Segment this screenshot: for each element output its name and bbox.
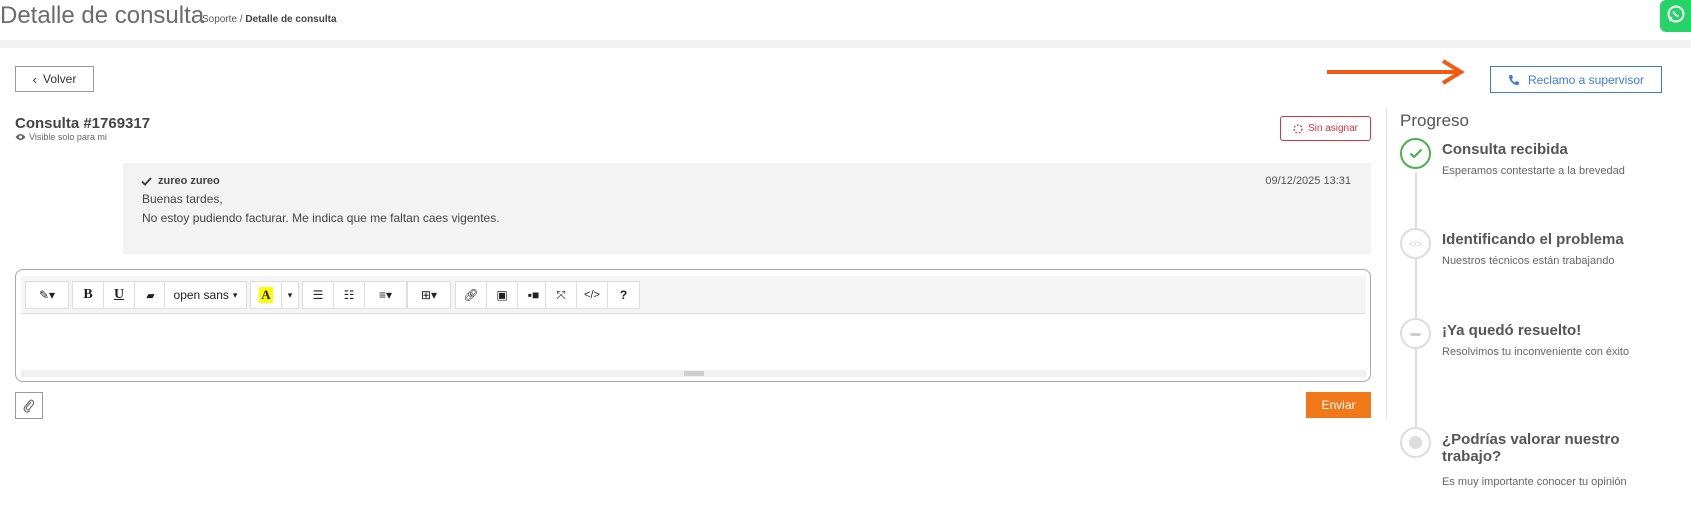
- supervisor-claim-button[interactable]: Reclamo a supervisor: [1490, 66, 1662, 93]
- insert-image-button[interactable]: ▣: [487, 282, 518, 308]
- spinner-icon: [1293, 123, 1303, 134]
- step-title: Identificando el problema: [1442, 231, 1624, 248]
- ordered-list-icon: ☷: [343, 288, 355, 302]
- font-family-value: open sans: [173, 288, 229, 302]
- visibility-label: Visible solo para mi: [29, 132, 107, 142]
- clear-format-button[interactable]: ▰: [135, 282, 166, 308]
- editor-text-area[interactable]: [21, 315, 1366, 370]
- table-button[interactable]: ⊞▾: [408, 282, 450, 308]
- visibility-note: Visible solo para mi: [15, 132, 107, 142]
- check-icon: [141, 176, 152, 186]
- step-title: ¡Ya quedó resuelto!: [1442, 322, 1582, 339]
- step-pending-icon: </>: [1400, 228, 1431, 259]
- page-title: Detalle de consulta: [0, 2, 205, 29]
- step-description: Es muy importante conocer tu opinión: [1442, 476, 1627, 488]
- step-pending-icon: [1400, 427, 1431, 458]
- message-author: zureo zureo: [141, 175, 220, 187]
- insert-link-button[interactable]: 🔗︎: [456, 282, 487, 308]
- bold-button[interactable]: B: [73, 282, 104, 308]
- message-text-line: No estoy pudiendo facturar. Me indica qu…: [142, 211, 500, 225]
- status-badge: Sin asignar: [1280, 116, 1371, 141]
- link-icon: 🔗︎: [463, 288, 479, 302]
- breadcrumb-current: Detalle de consulta: [245, 14, 337, 25]
- help-icon: ?: [619, 288, 628, 302]
- editor-toolbar: ✎▾ B U ▰ open sans▾ A ▾ ☰ ☷ ≡▾ ⊞▾ 🔗︎ ▣: [21, 276, 1366, 314]
- ticket-title: Consulta #1769317: [15, 115, 151, 132]
- text-color-icon: A: [259, 287, 273, 303]
- message-text-line: Buenas tardes,: [142, 192, 223, 206]
- panel-divider: [1386, 108, 1387, 418]
- video-icon: ▪■: [527, 288, 540, 302]
- status-badge-label: Sin asignar: [1307, 123, 1359, 134]
- align-left-icon: ≡▾: [378, 288, 393, 302]
- message-bubble: zureo zureo 09/12/2025 13:31 Buenas tard…: [123, 163, 1371, 254]
- editor-resize-bar[interactable]: [21, 370, 1366, 377]
- highlight-color-button[interactable]: A: [251, 282, 282, 308]
- message-date: 09/12/2025 13:31: [1265, 175, 1351, 187]
- resize-grip-icon[interactable]: [684, 371, 704, 376]
- whatsapp-icon: [1667, 5, 1685, 23]
- underline-button[interactable]: U: [104, 282, 135, 308]
- style-dropdown-button[interactable]: ✎▾: [26, 282, 68, 308]
- font-family-select[interactable]: open sans ▾: [165, 282, 246, 308]
- arrow-annotation-icon: [1327, 59, 1465, 85]
- bullet-list-button[interactable]: ☰: [303, 282, 334, 308]
- numbered-list-button[interactable]: ☷: [334, 282, 365, 308]
- phone-icon: [1508, 74, 1519, 85]
- message-author-name: zureo zureo: [158, 175, 220, 187]
- step-done-icon: [1400, 138, 1431, 169]
- back-button-label: Volver: [42, 72, 77, 86]
- expand-icon: ⤧: [556, 287, 566, 302]
- image-icon: ▣: [496, 288, 508, 302]
- help-button[interactable]: ?: [608, 282, 639, 308]
- attach-file-button[interactable]: [15, 392, 43, 419]
- caret-down-icon: ▾: [287, 289, 293, 300]
- breadcrumb: Soporte / Detalle de consulta: [202, 14, 337, 25]
- step-description: Resolvimos tu inconveniente con éxito: [1442, 346, 1630, 358]
- check-icon: [1409, 148, 1422, 159]
- step-title: ¿Podrías valorar nuestro trabajo?: [1442, 431, 1620, 465]
- eraser-icon: ▰: [146, 289, 155, 302]
- table-icon: ⊞▾: [420, 288, 438, 302]
- progress-title: Progreso: [1400, 111, 1469, 130]
- caret-down-icon: ▾: [232, 289, 238, 300]
- whatsapp-button[interactable]: [1660, 0, 1691, 32]
- magic-wand-icon: ✎▾: [38, 288, 56, 302]
- code-icon: </>: [1408, 238, 1422, 249]
- step-description: Esperamos contestarte a la brevedad: [1442, 165, 1625, 177]
- bold-icon: B: [83, 287, 93, 302]
- code-view-button[interactable]: </>: [577, 282, 608, 308]
- back-button[interactable]: ‹ Volver: [15, 66, 94, 92]
- handshake-icon: ▬: [1410, 328, 1421, 339]
- step-pending-icon: ▬: [1400, 318, 1431, 349]
- rich-text-editor: ✎▾ B U ▰ open sans▾ A ▾ ☰ ☷ ≡▾ ⊞▾ 🔗︎ ▣: [15, 269, 1371, 382]
- color-dropdown-button[interactable]: ▾: [282, 282, 298, 308]
- send-button[interactable]: Enviar: [1306, 392, 1371, 418]
- chevron-left-icon: ‹: [32, 71, 37, 87]
- eye-icon: [15, 134, 26, 140]
- step-title: Consulta recibida: [1442, 141, 1568, 158]
- dot-icon: [1409, 436, 1422, 449]
- supervisor-claim-label: Reclamo a supervisor: [1527, 72, 1645, 87]
- timeline-line: [1415, 172, 1417, 442]
- fullscreen-button[interactable]: ⤧: [546, 282, 577, 308]
- breadcrumb-root[interactable]: Soporte: [202, 14, 237, 25]
- underline-icon: U: [113, 287, 125, 302]
- step-description: Nuestros técnicos están trabajando: [1442, 255, 1615, 267]
- unordered-list-icon: ☰: [312, 288, 324, 302]
- paperclip-icon: [23, 399, 35, 413]
- code-icon: </>: [584, 289, 600, 301]
- top-bar: Detalle de consulta Soporte / Detalle de…: [0, 0, 1691, 40]
- paragraph-align-button[interactable]: ≡▾: [365, 282, 406, 308]
